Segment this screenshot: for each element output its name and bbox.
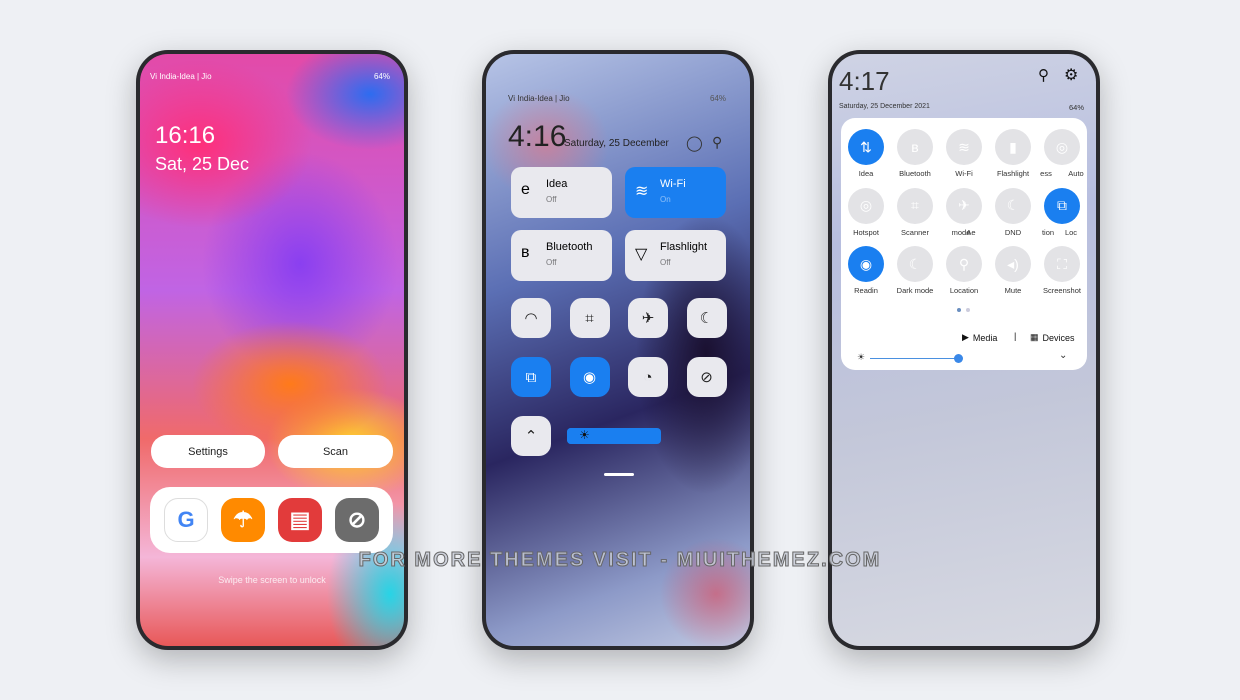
toggle-dnd-icon[interactable]: ☾ (995, 187, 1031, 224)
tile-idea[interactable]: e Idea Off (511, 167, 612, 218)
divider: | (1014, 331, 1017, 341)
toggle-label: Loc (1064, 227, 1078, 237)
toggle-flashlight-icon[interactable]: ▮ (995, 129, 1031, 165)
page-dot[interactable] (966, 308, 970, 312)
app-dock: G ☂ ▤ ⊘ (150, 487, 393, 553)
gear-icon[interactable]: ⚙ (1064, 65, 1078, 85)
quick-settings-panel: ▶ Media | ▦ Devices ☀ ⌄ ⇅ Idea ʙ Bluetooth ≋ Wi… (841, 118, 1087, 370)
media-label: Media (972, 332, 998, 343)
shade-time: 4:17 (839, 66, 890, 96)
toggle-loc-icon[interactable]: ⧉ (1044, 187, 1080, 224)
toggle-idea-icon[interactable]: ⇅ (848, 129, 884, 165)
mobile-data-icon: e (521, 181, 530, 198)
play-icon: ▶ (962, 332, 969, 342)
battery-label: 64% (709, 94, 726, 103)
toggle-label: Wi-Fi (955, 169, 973, 178)
toggle-screenshot-icon[interactable]: ⛶ (1044, 246, 1080, 282)
carrier-label: Vi India-Idea | Jio (508, 94, 570, 103)
brightness-slider[interactable]: ☀ (567, 428, 661, 444)
brightness-thumb[interactable] (954, 354, 963, 363)
toggle-label: Hotspot (853, 227, 879, 237)
toggle-label: Idea (858, 169, 874, 178)
scanner-icon[interactable]: ⌗ (569, 298, 610, 338)
toggle-wi-fi-icon[interactable]: ≋ (946, 129, 982, 165)
watermark: FOR MORE THEMES VISIT - MIUITHEMEZ.COM (358, 549, 882, 572)
toggle-label: Mute (1004, 286, 1022, 295)
compass-icon[interactable]: ⊘ (335, 498, 379, 542)
cc-date: Saturday, 25 December (564, 138, 669, 149)
google-icon[interactable]: G (164, 498, 208, 542)
hotspot-icon[interactable]: ◠ (511, 298, 551, 338)
expand-icon[interactable]: ⌃ (511, 416, 551, 456)
grid-icon: ▦ (1030, 332, 1039, 342)
tile-label: Idea (546, 178, 568, 190)
battery-saver-icon[interactable]: ◔ (628, 357, 668, 397)
sun-icon: ☀ (857, 352, 866, 362)
toggle-label: Bluetooth (899, 169, 931, 178)
wifi-icon: ≋ (635, 183, 649, 200)
tile-bluetooth[interactable]: ʙ Bluetooth Off (511, 230, 612, 281)
page-dot-active[interactable] (957, 308, 961, 312)
notes-icon[interactable]: ▤ (278, 498, 322, 542)
lock-time: 16:16 (155, 122, 216, 149)
toggle-mute-icon[interactable]: ◂) (995, 246, 1031, 282)
reading-mode-icon[interactable]: ◉ (569, 357, 610, 397)
search-icon[interactable]: ⚲ (1038, 66, 1049, 84)
battery-label: 64% (1068, 103, 1084, 112)
lock-date: Sat, 25 Dec (155, 154, 250, 174)
toggle-bluetooth-icon[interactable]: ʙ (897, 129, 933, 165)
toggle-ess-icon[interactable]: ◎ (1044, 129, 1080, 165)
toggle-label: Location (949, 286, 979, 295)
settings-shortcut-button[interactable]: Settings (151, 435, 265, 468)
toggle-readin-icon[interactable]: ◉ (848, 246, 884, 282)
toggle-scanner-icon[interactable]: ⌗ (897, 187, 933, 224)
carrier-label: Vi India-Idea | Jio (150, 72, 212, 81)
home-handle[interactable] (604, 473, 634, 476)
tile-label: Flashlight (660, 241, 708, 253)
tile-label: Bluetooth (546, 241, 593, 253)
toggle-label: Scanner (901, 227, 929, 237)
bluetooth-icon: ʙ (521, 244, 530, 261)
toggle-location-icon[interactable]: ⚲ (946, 246, 982, 282)
toggle-mode-icon[interactable]: ✈ (946, 187, 982, 224)
tile-status: Off (546, 258, 557, 267)
tile-wi-fi[interactable]: ≋ Wi-Fi On (625, 167, 726, 218)
tile-flashlight[interactable]: ▽ Flashlight Off (625, 230, 726, 281)
tile-status: On (660, 195, 671, 204)
airplane-icon[interactable]: ✈ (628, 298, 668, 338)
chevron-down-icon[interactable]: ⌄ (1059, 350, 1067, 361)
battery-label: 64% (373, 72, 390, 81)
devices-button[interactable]: ▦ Devices (1030, 332, 1075, 343)
tile-status: Off (546, 195, 557, 204)
auto-rotate-icon[interactable]: ⧉ (511, 357, 551, 397)
toggle-hotspot-icon[interactable]: ◎ (848, 187, 884, 224)
brightness-slider[interactable] (870, 358, 958, 359)
scan-shortcut-button[interactable]: Scan (278, 435, 393, 468)
media-button[interactable]: ▶ Media (962, 332, 997, 343)
cc-time: 4:16 (508, 120, 567, 153)
toggle-dark-mode-icon[interactable]: ☾ (897, 246, 933, 282)
toggle-label: Screenshot (1043, 286, 1081, 295)
search-icon[interactable]: ⚲ (712, 134, 722, 151)
flashlight-icon: ▽ (635, 246, 648, 263)
toggle-label: Dark mode (896, 286, 934, 295)
toggle-label: Readin (854, 286, 878, 295)
devices-label: Devices (1042, 332, 1075, 343)
tile-label: Wi-Fi (660, 178, 686, 190)
do-not-disturb-icon[interactable]: ⊘ (686, 357, 727, 397)
sun-icon: ☀ (579, 428, 590, 442)
tile-status: Off (660, 258, 671, 267)
toggle-label: Auto (1068, 169, 1084, 178)
profile-icon[interactable]: ◯ (686, 134, 703, 152)
unlock-hint: Swipe the screen to unlock (218, 575, 326, 585)
shade-date: Saturday, 25 December 2021 (839, 103, 930, 110)
dnd-moon-icon[interactable]: ☾ (686, 298, 727, 338)
umbrella-icon[interactable]: ☂ (221, 498, 265, 542)
